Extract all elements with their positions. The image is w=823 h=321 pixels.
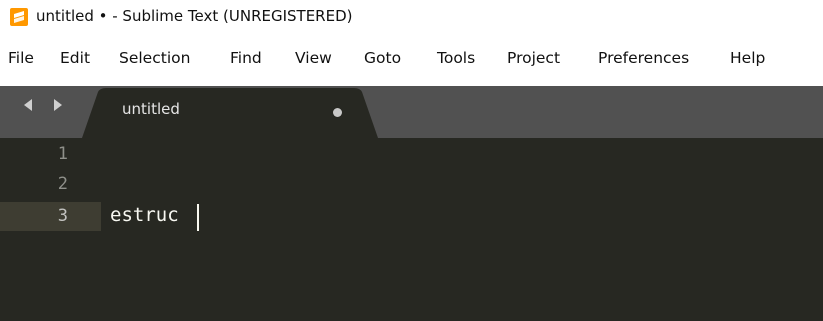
window-title: untitled • - Sublime Text (UNREGISTERED) [36, 7, 353, 25]
tab-label: untitled [122, 100, 180, 118]
menu-file[interactable]: File [8, 49, 34, 67]
tab-strip: untitled [0, 86, 823, 138]
editor[interactable]: 1 2 3 estruc [0, 138, 823, 321]
menu-selection[interactable]: Selection [119, 49, 190, 67]
menu-bar: File Edit Selection Find View Goto Tools… [0, 40, 823, 80]
menu-find[interactable]: Find [230, 49, 262, 67]
menu-goto[interactable]: Goto [364, 49, 401, 67]
menu-edit[interactable]: Edit [60, 49, 90, 67]
menu-project[interactable]: Project [507, 49, 560, 67]
title-bar: untitled • - Sublime Text (UNREGISTERED) [0, 0, 823, 40]
tab-nav [22, 97, 66, 111]
text-caret [197, 204, 199, 231]
code-line-active[interactable]: estruc [110, 204, 179, 226]
arrow-left-icon[interactable] [24, 99, 32, 111]
menu-preferences[interactable]: Preferences [598, 49, 689, 67]
menu-help[interactable]: Help [730, 49, 765, 67]
menu-tools[interactable]: Tools [437, 49, 475, 67]
line-number: 2 [57, 174, 68, 194]
line-number-active: 3 [57, 206, 68, 226]
sublime-window: untitled • - Sublime Text (UNREGISTERED)… [0, 0, 823, 321]
sublime-text-icon [10, 8, 28, 26]
menu-view[interactable]: View [295, 49, 332, 67]
modified-dot-icon[interactable] [333, 108, 342, 117]
line-number: 1 [57, 144, 68, 164]
tab-untitled[interactable]: untitled [82, 86, 382, 138]
arrow-right-icon[interactable] [54, 99, 62, 111]
